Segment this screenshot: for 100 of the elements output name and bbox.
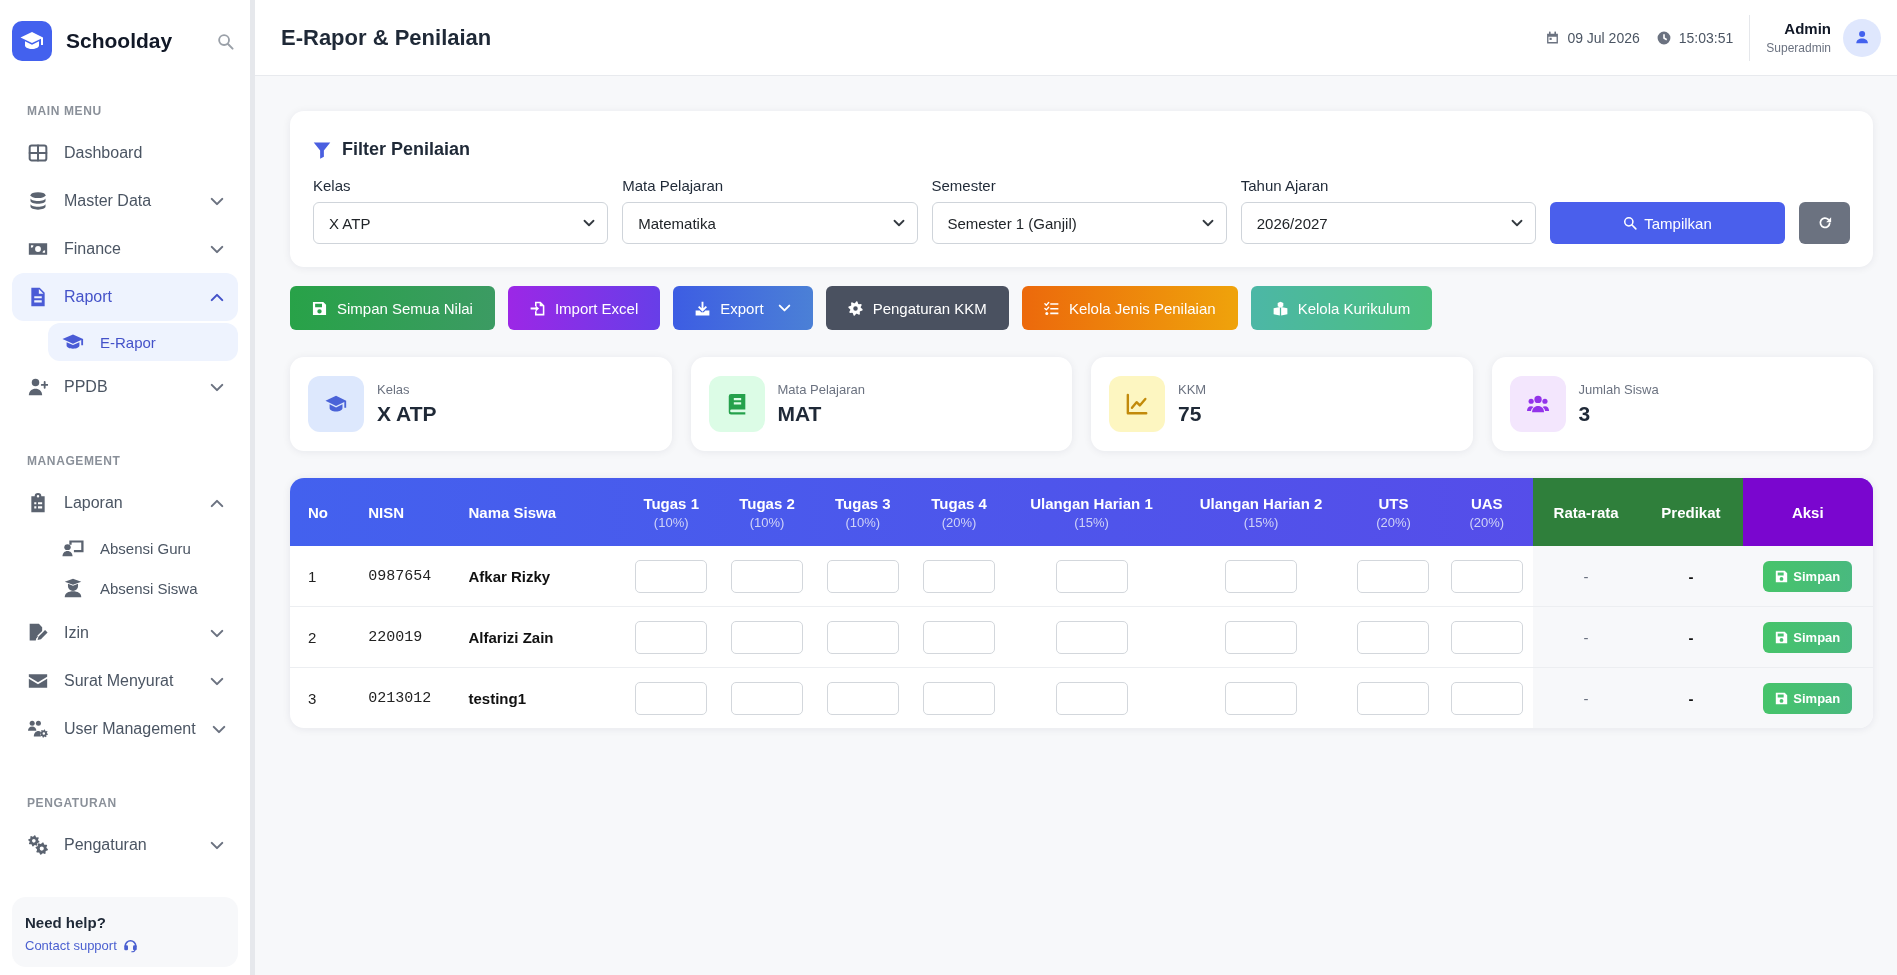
field-label: Tahun Ajaran bbox=[1240, 177, 1329, 194]
table-cell: 2 bbox=[308, 628, 317, 646]
table-cell: 3 bbox=[308, 689, 317, 707]
search-icon[interactable] bbox=[217, 32, 234, 50]
signed-document-icon bbox=[28, 623, 48, 643]
save-icon bbox=[1775, 569, 1789, 583]
column-header: Tugas 2 bbox=[739, 494, 795, 512]
file-import-icon bbox=[529, 300, 545, 316]
clock-icon bbox=[1656, 30, 1671, 45]
column-header: UAS bbox=[1470, 494, 1503, 512]
menu-item[interactable]: Pengaturan bbox=[12, 821, 238, 869]
action-button[interactable]: Export bbox=[673, 286, 813, 330]
table-cell: - bbox=[1688, 567, 1694, 585]
caret-icon bbox=[892, 219, 905, 227]
menu-item[interactable]: User Management bbox=[12, 705, 238, 753]
logo-icon bbox=[12, 21, 52, 61]
download-icon bbox=[695, 300, 711, 316]
menu-item[interactable]: Master Data bbox=[12, 177, 238, 225]
gear-icon bbox=[847, 300, 863, 316]
settings-icon bbox=[28, 835, 48, 855]
envelope-icon bbox=[28, 671, 48, 691]
contact-support-link[interactable]: Contact support bbox=[25, 938, 138, 953]
graduation-cap-icon bbox=[62, 332, 84, 352]
table-cell: - bbox=[1583, 567, 1589, 585]
column-header: Tugas 1 bbox=[643, 494, 699, 512]
score-input[interactable] bbox=[1055, 559, 1128, 593]
column-weight: (10%) bbox=[845, 514, 881, 530]
score-input[interactable] bbox=[1357, 681, 1430, 715]
action-button[interactable]: Pengaturan KKM bbox=[825, 286, 1009, 330]
save-icon bbox=[1775, 691, 1789, 705]
student-icon bbox=[62, 578, 84, 598]
save-icon bbox=[312, 300, 327, 316]
users-gear-icon bbox=[28, 719, 48, 739]
score-input[interactable] bbox=[1225, 559, 1298, 593]
show-button[interactable]: Tampilkan bbox=[1550, 202, 1785, 244]
score-input[interactable] bbox=[826, 681, 899, 715]
submenu-item[interactable]: E-Rapor bbox=[48, 323, 238, 361]
menu-item[interactable]: Finance bbox=[12, 225, 238, 273]
score-input[interactable] bbox=[923, 559, 996, 593]
score-input[interactable] bbox=[1450, 559, 1523, 593]
stat-label: Mata Pelajaran bbox=[777, 382, 865, 397]
score-input[interactable] bbox=[1450, 681, 1523, 715]
score-input[interactable] bbox=[1225, 681, 1298, 715]
score-input[interactable] bbox=[1225, 620, 1298, 654]
column-weight: (15%) bbox=[1243, 514, 1279, 530]
stat-label: Jumlah Siswa bbox=[1578, 382, 1659, 397]
action-button[interactable]: Import Excel bbox=[507, 286, 661, 330]
select-field[interactable]: X ATP bbox=[313, 202, 609, 244]
score-input[interactable] bbox=[923, 620, 996, 654]
filter-icon bbox=[313, 140, 331, 159]
select-field[interactable]: 2026/2027 bbox=[1240, 202, 1536, 244]
submenu-item[interactable]: Absensi Siswa bbox=[48, 569, 238, 607]
score-input[interactable] bbox=[1450, 620, 1523, 654]
menu-item[interactable]: PPDB bbox=[12, 363, 238, 411]
column-header: Ulangan Harian 1 bbox=[1030, 494, 1153, 512]
stat-label: KKM bbox=[1178, 382, 1207, 397]
score-input[interactable] bbox=[826, 620, 899, 654]
column-header: UTS bbox=[1378, 494, 1409, 512]
section-heading: PENGATURAN bbox=[27, 796, 117, 810]
book-icon bbox=[708, 376, 765, 432]
menu-item[interactable]: Surat Menyurat bbox=[12, 657, 238, 705]
select-field[interactable]: Semester 1 (Ganjil) bbox=[931, 202, 1227, 244]
column-header: No bbox=[308, 503, 328, 521]
score-input[interactable] bbox=[635, 559, 708, 593]
line-chart-icon bbox=[1109, 376, 1165, 432]
table-cell: - bbox=[1583, 689, 1589, 707]
headset-icon bbox=[122, 938, 138, 953]
menu-item[interactable]: Izin bbox=[12, 609, 238, 657]
column-weight: (20%) bbox=[1376, 514, 1411, 530]
score-input[interactable] bbox=[635, 681, 708, 715]
score-input[interactable] bbox=[1055, 681, 1128, 715]
stat-value: X ATP bbox=[377, 402, 437, 426]
column-header: Nama Siswa bbox=[468, 503, 557, 521]
score-input[interactable] bbox=[731, 559, 803, 593]
score-input[interactable] bbox=[923, 681, 996, 715]
submenu-item[interactable]: Absensi Guru bbox=[48, 529, 238, 567]
refresh-icon bbox=[1817, 216, 1832, 230]
column-header: Tugas 3 bbox=[835, 494, 891, 512]
score-input[interactable] bbox=[731, 620, 803, 654]
score-input[interactable] bbox=[1357, 559, 1430, 593]
column-header: Predikat bbox=[1661, 503, 1721, 521]
column-weight: (10%) bbox=[653, 514, 689, 530]
menu-item[interactable]: Laporan bbox=[12, 479, 238, 527]
reset-button[interactable] bbox=[1799, 202, 1850, 244]
date-text: 09 Jul 2026 bbox=[1567, 29, 1640, 46]
score-input[interactable] bbox=[635, 620, 708, 654]
help-title: Need help? bbox=[25, 914, 106, 931]
column-header: NISN bbox=[368, 503, 405, 521]
table-cell: 220019 bbox=[368, 628, 423, 646]
menu-item[interactable]: Raport bbox=[12, 273, 238, 321]
graduation-cap-icon bbox=[308, 376, 364, 432]
column-weight: (10%) bbox=[749, 514, 785, 530]
score-input[interactable] bbox=[1055, 620, 1128, 654]
score-input[interactable] bbox=[826, 559, 899, 593]
table-cell: - bbox=[1688, 628, 1694, 646]
stat-value: MAT bbox=[777, 402, 823, 426]
menu-item[interactable]: Dashboard bbox=[12, 129, 238, 177]
score-input[interactable] bbox=[1357, 620, 1430, 654]
select-field[interactable]: Matematika bbox=[622, 202, 918, 244]
score-input[interactable] bbox=[731, 681, 803, 715]
